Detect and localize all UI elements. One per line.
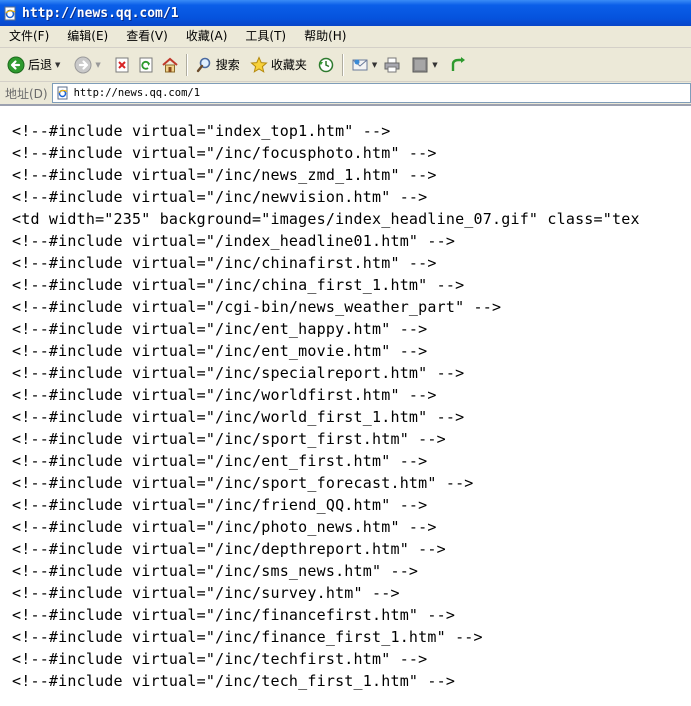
stop-icon <box>113 56 131 74</box>
address-input[interactable]: http://news.qq.com/1 <box>51 83 691 103</box>
toolbar: 后退 ▼ ▼ 搜索 收藏夹 ▼ ▼ <box>0 48 691 82</box>
code-line: <!--#include virtual="/inc/focusphoto.ht… <box>12 144 437 162</box>
print-icon <box>383 56 401 74</box>
home-button[interactable] <box>158 52 182 78</box>
mail-icon <box>351 56 369 74</box>
toolbar-separator <box>185 53 188 76</box>
forward-button[interactable]: ▼ <box>71 52 103 78</box>
home-icon <box>161 56 179 74</box>
code-line: <!--#include virtual="/inc/newvision.htm… <box>12 188 428 206</box>
back-arrow-icon <box>7 56 25 74</box>
back-dropdown-icon[interactable]: ▼ <box>55 61 60 69</box>
code-line: <!--#include virtual="/inc/ent_happy.htm… <box>12 320 428 338</box>
forward-dropdown-icon[interactable]: ▼ <box>95 61 100 69</box>
code-line: <!--#include virtual="/inc/friend_QQ.htm… <box>12 496 428 514</box>
code-line: <!--#include virtual="/inc/world_first_1… <box>12 408 465 426</box>
back-label: 后退 <box>28 58 53 72</box>
code-line: <!--#include virtual="/index_headline01.… <box>12 232 456 250</box>
code-line: <!--#include virtual="/inc/ent_first.htm… <box>12 452 428 470</box>
code-line: <!--#include virtual="/inc/sport_first.h… <box>12 430 446 448</box>
menu-favorites[interactable]: 收藏(A) <box>177 26 237 47</box>
code-line: <!--#include virtual="/inc/china_first_1… <box>12 276 465 294</box>
address-url: http://news.qq.com/1 <box>73 87 201 99</box>
edit-icon <box>411 56 429 74</box>
code-line: <!--#include virtual="/inc/financefirst.… <box>12 606 456 624</box>
search-button[interactable]: 搜索 <box>192 52 243 78</box>
title-bar[interactable]: http://news.qq.com/1 <box>0 0 691 26</box>
code-line: <!--#include virtual="/inc/finance_first… <box>12 628 483 646</box>
code-line: <!--#include virtual="/cgi-bin/news_weat… <box>12 298 502 316</box>
code-line: <!--#include virtual="/inc/chinafirst.ht… <box>12 254 437 272</box>
messenger-button[interactable] <box>447 52 471 78</box>
menu-file[interactable]: 文件(F) <box>0 26 58 47</box>
window-title: http://news.qq.com/1 <box>22 5 179 21</box>
menu-view[interactable]: 查看(V) <box>117 26 177 47</box>
menu-edit[interactable]: 编辑(E) <box>58 26 117 47</box>
address-label: 地址(D) <box>5 86 48 101</box>
menu-tools[interactable]: 工具(T) <box>236 26 295 47</box>
search-label: 搜索 <box>215 58 240 72</box>
code-line: <!--#include virtual="/inc/depthreport.h… <box>12 540 446 558</box>
history-button[interactable] <box>314 52 338 78</box>
code-line: <td width="235" background="images/index… <box>12 210 640 228</box>
favorites-button[interactable]: 收藏夹 <box>247 52 310 78</box>
print-button[interactable] <box>380 52 404 78</box>
favorites-label: 收藏夹 <box>270 58 307 72</box>
code-line: <!--#include virtual="/inc/survey.htm" -… <box>12 584 400 602</box>
menu-help[interactable]: 帮助(H) <box>295 26 355 47</box>
code-line: <!--#include virtual="/inc/photo_news.ht… <box>12 518 437 536</box>
code-line: <!--#include virtual="/inc/techfirst.htm… <box>12 650 428 668</box>
ie-page-icon <box>56 86 70 100</box>
forward-arrow-icon <box>74 56 92 74</box>
code-line: <!--#include virtual="/inc/worldfirst.ht… <box>12 386 437 404</box>
page-source-content: <!--#include virtual="index_top1.htm" --… <box>0 106 691 706</box>
code-line: <!--#include virtual="/inc/sport_forecas… <box>12 474 474 492</box>
code-line: <!--#include virtual="/inc/sms_news.htm"… <box>12 562 419 580</box>
stop-button[interactable] <box>110 52 134 78</box>
code-line: <!--#include virtual="/inc/ent_movie.htm… <box>12 342 428 360</box>
code-line: <!--#include virtual="/inc/news_zmd_1.ht… <box>12 166 437 184</box>
edit-button[interactable]: ▼ <box>408 52 440 78</box>
edit-dropdown-icon[interactable]: ▼ <box>432 61 437 69</box>
mail-button[interactable]: ▼ <box>348 52 380 78</box>
back-button[interactable]: 后退 ▼ <box>4 52 63 78</box>
refresh-button[interactable] <box>134 52 158 78</box>
code-line: <!--#include virtual="/inc/tech_first_1.… <box>12 672 456 690</box>
code-line: <!--#include virtual="/inc/specialreport… <box>12 364 465 382</box>
history-icon <box>317 56 335 74</box>
refresh-icon <box>137 56 155 74</box>
address-bar: 地址(D) http://news.qq.com/1 <box>0 82 691 106</box>
search-icon <box>195 56 213 74</box>
code-line: <!--#include virtual="index_top1.htm" --… <box>12 122 391 140</box>
toolbar-separator <box>341 53 344 76</box>
messenger-icon <box>450 56 468 74</box>
ie-page-icon <box>3 6 18 21</box>
star-icon <box>250 55 268 74</box>
menu-bar: 文件(F) 编辑(E) 查看(V) 收藏(A) 工具(T) 帮助(H) <box>0 26 691 48</box>
mail-dropdown-icon[interactable]: ▼ <box>372 61 377 69</box>
